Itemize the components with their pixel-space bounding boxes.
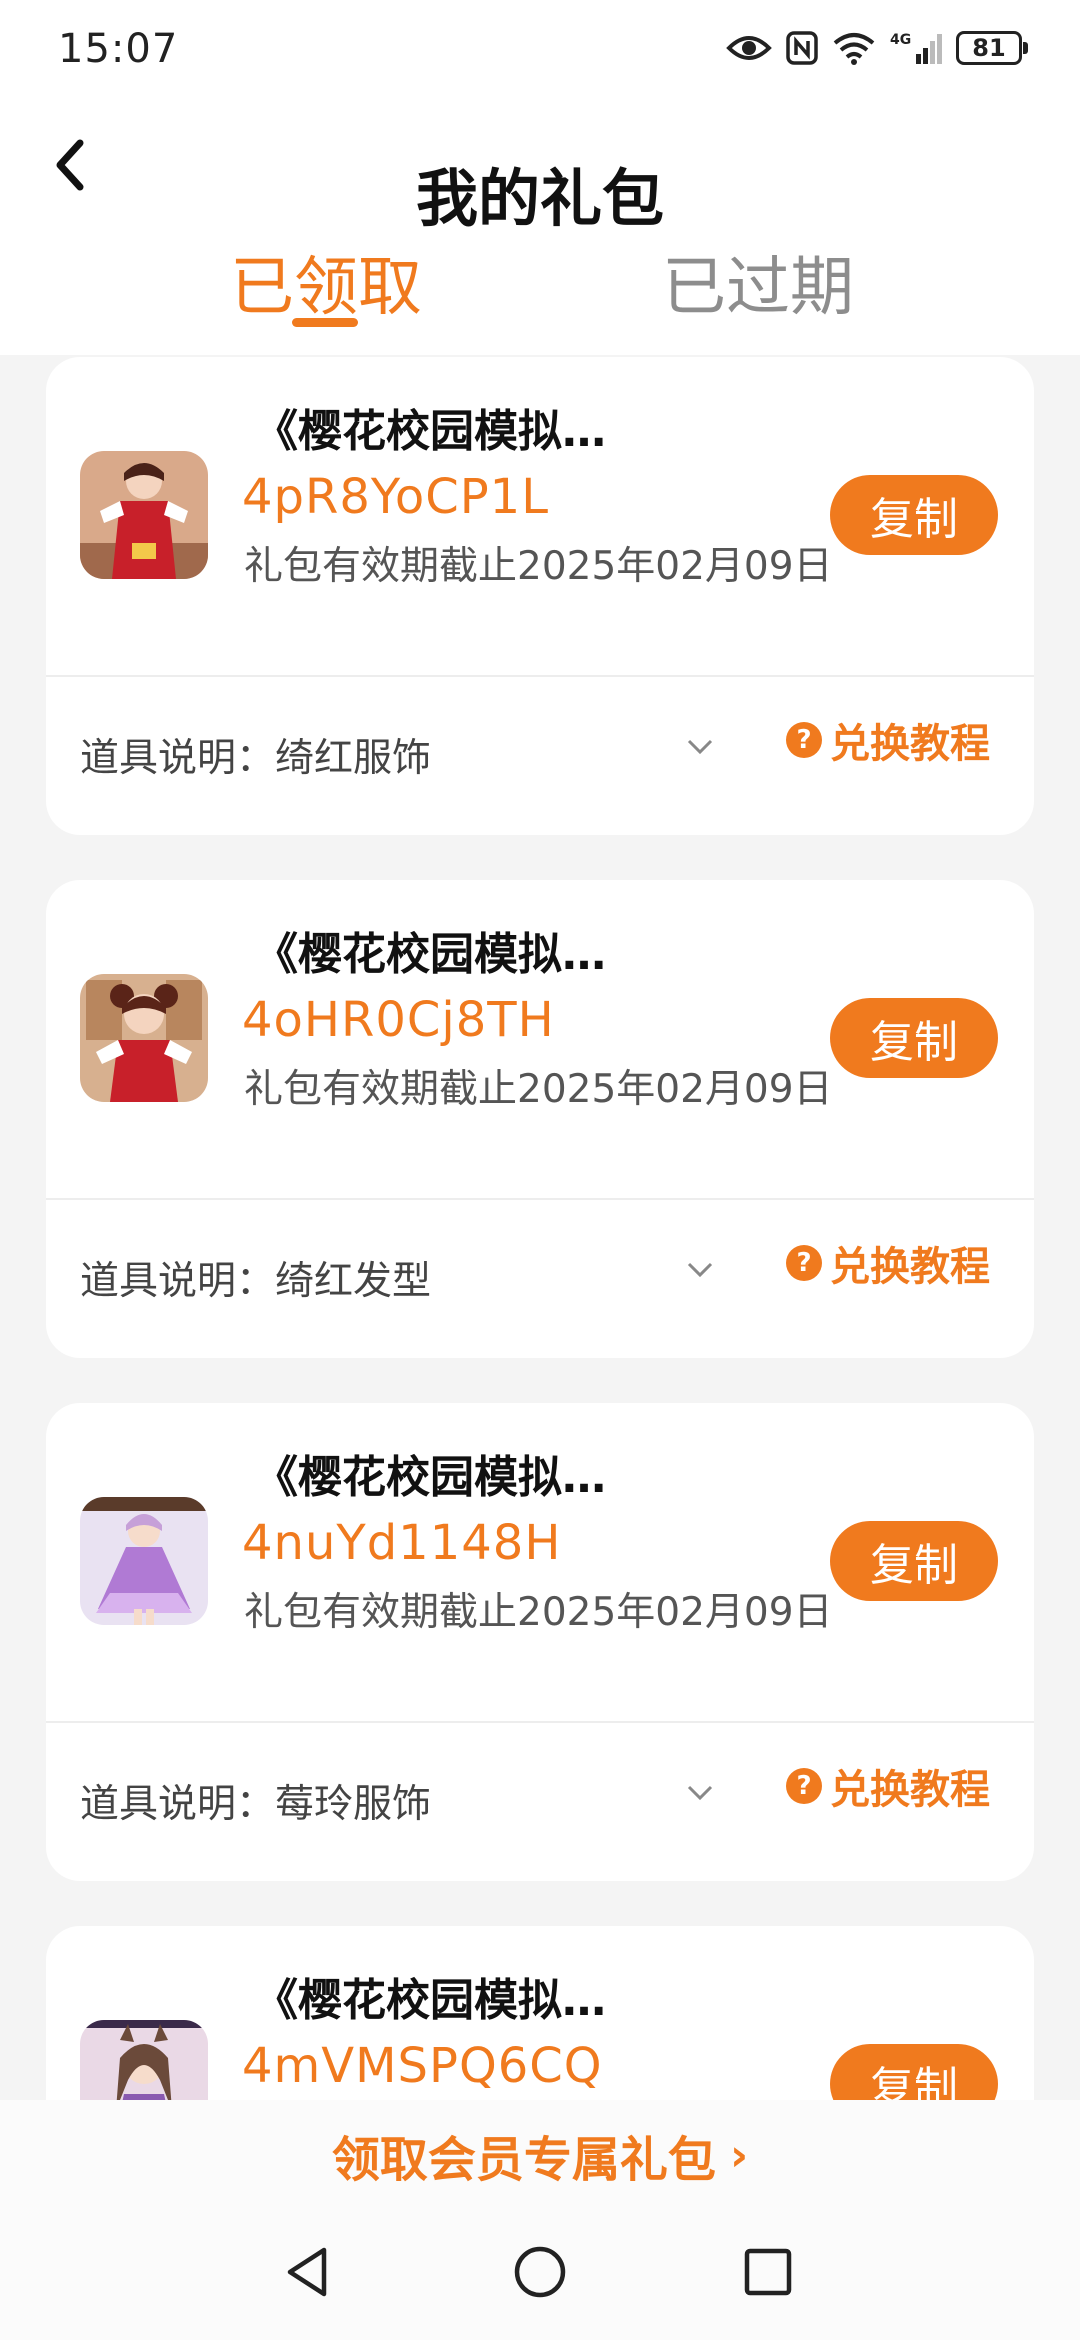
status-icons: 4G 81 — [726, 30, 1028, 66]
nav-home-icon — [514, 2246, 566, 2298]
game-name: 《樱花校园模拟… — [254, 1452, 606, 1503]
system-nav-bar — [0, 2210, 1080, 2340]
copy-button[interactable]: 复制 — [830, 2044, 998, 2100]
member-gift-label: 领取会员专属礼包 — [331, 2132, 716, 2188]
tab-expired[interactable]: 已过期 — [628, 236, 888, 328]
item-description: 道具说明：莓玲服饰 — [80, 1782, 432, 1827]
gift-card-summary: 《樱花校园模拟… 4oHR0Cj8TH 礼包有效期截止2025年02月09日 复… — [46, 880, 1034, 1198]
nav-recent-button[interactable] — [728, 2232, 808, 2312]
gift-card-summary: 《樱花校园模拟… 4mVMSPQ6CQ 复制 — [46, 1926, 1034, 2100]
game-avatar-icon — [80, 1497, 208, 1625]
gift-card-list[interactable]: 《樱花校园模拟… 4pR8YoCP1L 礼包有效期截止2025年02月09日 复… — [0, 355, 1080, 2100]
signal-icon: 4G — [890, 30, 942, 66]
question-mark-icon: ? — [786, 1768, 822, 1804]
gift-card: 《樱花校园模拟… 4mVMSPQ6CQ 复制 — [46, 1926, 1034, 2100]
app-header: 15:07 4G 81 我的礼包 已领取 已过期 — [0, 0, 1080, 355]
tutorial-label: 兑换教程 — [830, 1767, 990, 1813]
nav-home-button[interactable] — [500, 2232, 580, 2312]
gift-card-summary: 《樱花校园模拟… 4nuYd1148H 礼包有效期截止2025年02月09日 复… — [46, 1403, 1034, 1721]
game-avatar-icon — [80, 2020, 208, 2100]
wifi-icon — [832, 31, 876, 65]
redeem-tutorial-link[interactable]: ? 兑换教程 — [786, 711, 990, 769]
item-description: 道具说明：绮红服饰 — [80, 736, 432, 781]
gift-code[interactable]: 4mVMSPQ6CQ — [242, 2038, 603, 2094]
member-gift-banner[interactable]: 领取会员专属礼包 › — [0, 2100, 1080, 2210]
chevron-down-icon[interactable] — [680, 727, 720, 767]
game-avatar-icon — [80, 974, 208, 1102]
gift-code[interactable]: 4pR8YoCP1L — [242, 469, 549, 525]
active-tab-indicator — [292, 318, 358, 327]
item-description: 道具说明：绮红发型 — [80, 1259, 432, 1304]
gift-code[interactable]: 4nuYd1148H — [242, 1515, 561, 1571]
gift-code[interactable]: 4oHR0Cj8TH — [242, 992, 555, 1048]
redeem-tutorial-link[interactable]: ? 兑换教程 — [786, 1234, 990, 1292]
game-name: 《樱花校园模拟… — [254, 929, 606, 980]
gift-card: 《樱花校园模拟… 4oHR0Cj8TH 礼包有效期截止2025年02月09日 复… — [46, 880, 1034, 1358]
card-divider — [46, 1721, 1034, 1723]
nav-back-button[interactable] — [268, 2232, 348, 2312]
copy-button[interactable]: 复制 — [830, 1521, 998, 1601]
card-divider — [46, 675, 1034, 677]
validity-date: 礼包有效期截止2025年02月09日 — [244, 544, 833, 589]
question-mark-icon: ? — [786, 722, 822, 758]
nfc-icon — [786, 31, 818, 65]
nav-recent-icon — [744, 2248, 792, 2296]
status-bar: 15:07 4G 81 — [0, 0, 1080, 100]
battery-icon: 81 — [956, 31, 1028, 65]
tutorial-label: 兑换教程 — [830, 1244, 990, 1290]
validity-date: 礼包有效期截止2025年02月09日 — [244, 1067, 833, 1112]
battery-level: 81 — [972, 34, 1006, 62]
tab-received[interactable]: 已领取 — [196, 236, 456, 328]
page-title: 我的礼包 — [415, 162, 664, 235]
redeem-tutorial-link[interactable]: ? 兑换教程 — [786, 1757, 990, 1815]
chevron-right-icon: › — [729, 2129, 749, 2181]
network-type: 4G — [890, 32, 911, 48]
gift-card: 《樱花校园模拟… 4pR8YoCP1L 礼包有效期截止2025年02月09日 复… — [46, 357, 1034, 835]
eye-icon — [726, 31, 772, 65]
question-mark-icon: ? — [786, 1245, 822, 1281]
game-avatar-icon — [80, 451, 208, 579]
gift-card-summary: 《樱花校园模拟… 4pR8YoCP1L 礼包有效期截止2025年02月09日 复… — [46, 357, 1034, 675]
status-time: 15:07 — [58, 26, 179, 72]
validity-date: 礼包有效期截止2025年02月09日 — [244, 1590, 833, 1635]
chevron-down-icon[interactable] — [680, 1250, 720, 1290]
card-divider — [46, 1198, 1034, 1200]
copy-button[interactable]: 复制 — [830, 475, 998, 555]
game-name: 《樱花校园模拟… — [254, 1975, 606, 2026]
chevron-down-icon[interactable] — [680, 1773, 720, 1813]
copy-button[interactable]: 复制 — [830, 998, 998, 1078]
gift-card: 《樱花校园模拟… 4nuYd1148H 礼包有效期截止2025年02月09日 复… — [46, 1403, 1034, 1881]
game-name: 《樱花校园模拟… — [254, 406, 606, 457]
nav-back-icon — [287, 2247, 327, 2297]
tutorial-label: 兑换教程 — [830, 721, 990, 767]
